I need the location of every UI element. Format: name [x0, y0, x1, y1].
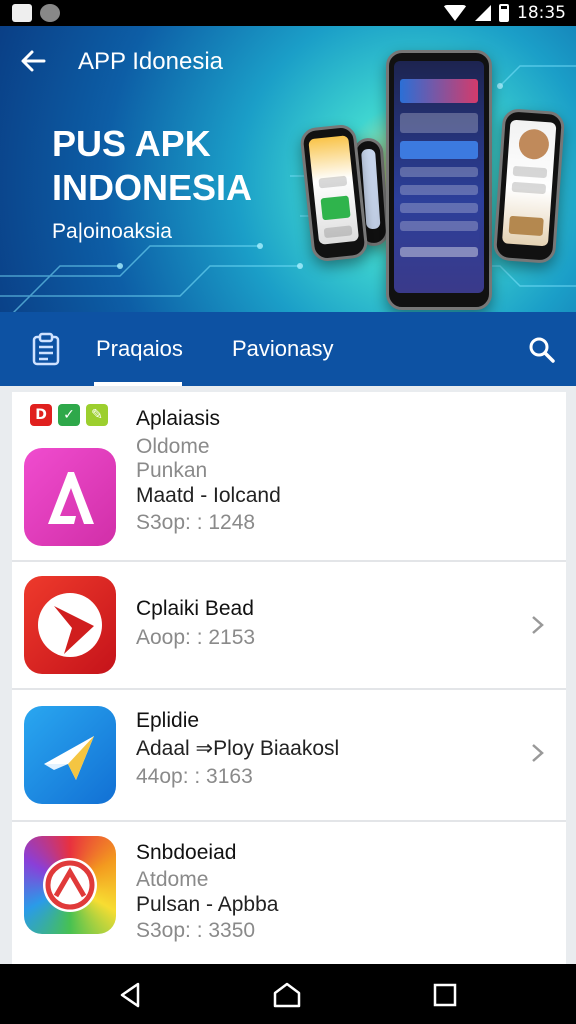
app-title: Snbdoeiad — [136, 841, 237, 864]
list-item[interactable]: D ✓ ✎ Aplaiasis Oldome Punkan Maatd - Io… — [12, 392, 566, 562]
app-line: Maatd - Iolcand — [136, 484, 281, 507]
avatar-icon — [40, 4, 60, 22]
status-bar: 18:35 — [0, 0, 576, 26]
app-line: Punkan — [136, 459, 208, 482]
notification-icon — [12, 4, 32, 22]
back-button[interactable] — [18, 46, 48, 76]
d-badge-icon: D — [30, 404, 52, 426]
app-line: Oldome — [136, 435, 210, 458]
header-banner: APP Idonesia PUS APK INDONESIA Pa|oinoak… — [0, 26, 576, 312]
app-title: Cplaiki Bead — [136, 597, 254, 620]
list-item[interactable]: Snbdoeiad Atdome Pulsan - Apbba S3op: : … — [12, 822, 566, 964]
hero-title: PUS APK INDONESIA — [52, 123, 253, 208]
battery-icon — [499, 4, 509, 22]
circle-arrow-icon[interactable] — [24, 836, 116, 934]
app-list: D ✓ ✎ Aplaiasis Oldome Punkan Maatd - Io… — [12, 392, 566, 964]
screen: 18:35 APP Idonesia PUS APK INDONESIA Pa|… — [0, 0, 576, 1024]
app-line: Atdome — [136, 868, 209, 891]
phone-illustration-right — [492, 108, 566, 264]
search-icon[interactable] — [526, 334, 558, 366]
app-downloads: S3op: : 1248 — [136, 511, 256, 534]
list-item[interactable]: Eplidie Adaal ⇒Ploy Biaakosl 44op: : 316… — [12, 690, 566, 822]
phone-illustration-main — [386, 50, 492, 310]
app-title: Eplidie — [136, 709, 200, 732]
app-title: Aplaiasis — [136, 407, 221, 430]
tab-praqaios[interactable]: Praqaios — [96, 336, 183, 362]
back-triangle-icon[interactable] — [114, 978, 148, 1012]
a-letter-icon[interactable] — [24, 448, 116, 546]
badge-row: D ✓ ✎ — [30, 404, 108, 426]
list-item[interactable]: Cplaiki Bead Aoop: : 2153 — [12, 562, 566, 690]
active-tab-indicator — [94, 382, 182, 386]
clipboard-icon[interactable] — [30, 332, 62, 366]
app-downloads: S3op: : 3350 — [136, 919, 256, 942]
chevron-right-icon[interactable] — [526, 742, 548, 764]
wifi-icon — [443, 5, 467, 21]
hero-subtitle: Pa|oinoaksia — [52, 220, 172, 243]
check-badge-icon: ✓ — [58, 404, 80, 426]
play-arrow-icon[interactable] — [24, 576, 116, 674]
navigation-bar — [0, 964, 576, 1024]
app-title: APP Idonesia — [78, 48, 223, 75]
signal-icon — [475, 5, 491, 21]
status-time: 18:35 — [517, 3, 566, 23]
leaf-badge-icon: ✎ — [86, 404, 108, 426]
app-line: Pulsan - Apbba — [136, 893, 279, 916]
app-line: Adaal ⇒Ploy Biaakosl — [136, 737, 340, 760]
tab-bar: Praqaios Pavionasy — [0, 312, 576, 386]
arrow-left-icon — [21, 50, 46, 72]
app-downloads: Aoop: : 2153 — [136, 626, 256, 649]
app-downloads: 44op: : 3163 — [136, 765, 253, 788]
recents-icon[interactable] — [428, 978, 462, 1012]
paper-plane-icon[interactable] — [24, 706, 116, 804]
home-icon[interactable] — [270, 978, 304, 1012]
chevron-right-icon[interactable] — [526, 614, 548, 636]
tab-pavionasy[interactable]: Pavionasy — [232, 336, 334, 362]
